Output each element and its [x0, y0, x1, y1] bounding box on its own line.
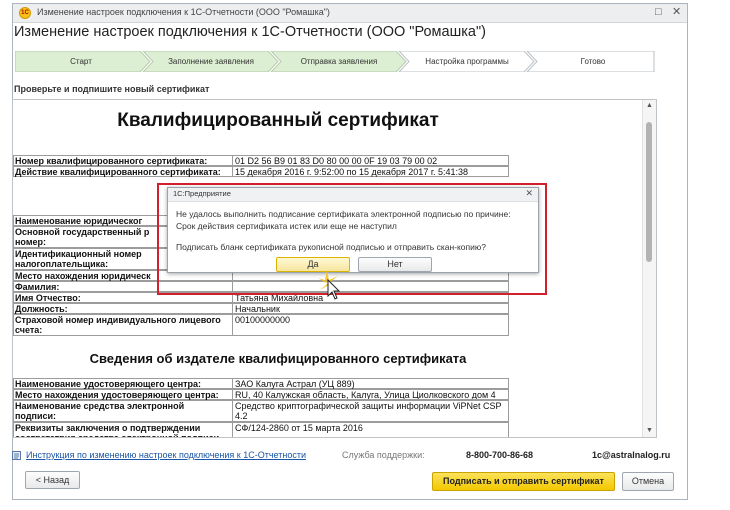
cert-row-value: 15 декабря 2016 г. 9:52:00 по 15 декабря… [233, 166, 509, 177]
dialog-close-icon[interactable]: ✕ [525, 188, 533, 199]
footer-bar: Инструкция по изменению настроек подключ… [12, 450, 671, 464]
wizard-steps: Старт Заполнение заявления Отправка заяв… [15, 51, 655, 72]
cert-row-key: Место нахождения удостоверяющего центра: [13, 389, 233, 400]
cancel-button[interactable]: Отмена [622, 472, 674, 491]
step-fill-application: Заполнение заявления [168, 57, 254, 66]
dialog-question: Подписать бланк сертификата рукописной п… [176, 242, 486, 252]
cert-row-value: СФ/124-2860 от 15 марта 2016 [233, 422, 509, 437]
window-title: Изменение настроек подключения к 1С-Отче… [37, 7, 330, 17]
cert-row-key: Страховой номер индивидуального лицевого… [13, 314, 233, 336]
scroll-down-icon[interactable]: ▼ [643, 425, 656, 437]
cert-row-value: ЗАО Калуга Астрал (УЦ 889) [233, 378, 509, 389]
cert-row-value: Начальник [233, 303, 509, 314]
step-program-setup: Настройка программы [425, 57, 509, 66]
issuer-section-title: Сведения об издателе квалифицированного … [89, 351, 467, 366]
instruction-text: Проверьте и подпишите новый сертификат [14, 84, 210, 94]
dialog-message-line1: Не удалось выполнить подписание сертифик… [176, 209, 511, 219]
cert-row-key: Наименование удостоверяющего центра: [13, 378, 233, 389]
app-logo-icon: 1С [19, 7, 31, 19]
dialog-message-line2: Срок действия сертификата истек или еще … [176, 221, 397, 231]
no-button[interactable]: Нет [358, 257, 432, 272]
cert-row-key: Должность: [13, 303, 233, 314]
dialog-title: 1С:Предприятие [173, 189, 231, 198]
cert-row-value: RU, 40 Калужская область, Калуга, Улица … [233, 389, 509, 400]
support-email: 1c@astralnalog.ru [592, 450, 671, 460]
sign-and-send-button[interactable]: Подписать и отправить сертификат [432, 472, 615, 491]
window-titlebar: 1С Изменение настроек подключения к 1С-О… [13, 4, 687, 23]
cert-row-value: 00100000000 [233, 314, 509, 336]
confirm-dialog: 1С:Предприятие ✕ Не удалось выполнить по… [167, 187, 539, 273]
certificate-scrollbar[interactable]: ▲ ▼ [642, 100, 656, 437]
cert-row-value: Средство криптографической защиты информ… [233, 400, 509, 422]
step-send-application: Отправка заявления [300, 57, 378, 66]
close-button[interactable]: ✕ [672, 6, 681, 19]
certificate-title: Квалифицированный сертификат [117, 110, 439, 131]
document-icon [12, 451, 21, 460]
cert-row-value: 01 D2 56 B9 01 83 D0 80 00 00 0F 19 03 7… [233, 155, 509, 166]
back-button[interactable]: < Назад [25, 471, 80, 489]
instruction-link[interactable]: Инструкция по изменению настроек подключ… [26, 450, 306, 460]
cert-row-key: Реквизиты заключения о подтверждении соо… [13, 422, 233, 437]
dialog-titlebar: 1С:Предприятие ✕ [168, 188, 538, 202]
scroll-thumb[interactable] [646, 122, 652, 262]
step-done: Готово [580, 57, 606, 66]
support-phone: 8-800-700-86-68 [466, 450, 534, 460]
cert-row-key: Наименование средства электронной подпис… [13, 400, 233, 422]
page-title: Изменение настроек подключения к 1С-Отче… [14, 24, 486, 40]
mouse-pointer-icon [318, 270, 341, 300]
step-start: Старт [70, 57, 92, 66]
cert-row-key: Номер квалифицированного сертификата: [13, 155, 233, 166]
cert-row-key: Действие квалифицированного сертификата: [13, 166, 233, 177]
maximize-button[interactable]: □ [655, 6, 662, 19]
scroll-up-icon[interactable]: ▲ [643, 100, 656, 112]
support-label: Служба поддержки: [342, 450, 425, 460]
